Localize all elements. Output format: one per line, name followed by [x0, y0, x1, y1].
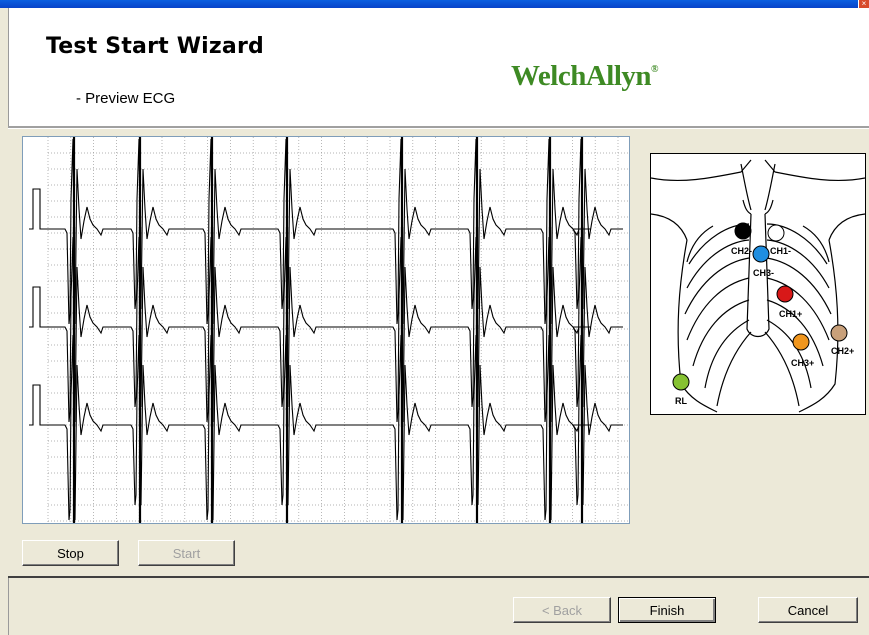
electrode-label-ch2-plus: CH2+	[831, 346, 854, 356]
calibration-pulse	[29, 286, 47, 328]
electrodes	[672, 222, 848, 391]
ecg-traces	[29, 137, 629, 523]
electrode-label-ch1-minus: CH1-	[770, 246, 791, 256]
stop-button[interactable]: Stop	[22, 540, 119, 566]
ecg-traces-group	[29, 137, 623, 523]
title-bar: ×	[0, 0, 869, 8]
finish-button[interactable]: Finish	[618, 597, 716, 623]
electrode-label-ch2-minus: CH2-	[731, 246, 752, 256]
welch-allyn-logo: WelchAllyn®	[511, 60, 658, 93]
ecg-channel-trace	[47, 138, 623, 325]
registered-mark: ®	[651, 64, 658, 75]
cancel-button[interactable]: Cancel	[758, 597, 858, 623]
wizard-footer	[8, 578, 869, 635]
electrode-label-ch1-plus: CH1+	[779, 309, 802, 319]
calibration-pulse	[29, 188, 47, 230]
calibration-pulse	[29, 384, 47, 426]
back-button[interactable]: < Back	[513, 597, 611, 623]
electrode-label-rl: RL	[675, 396, 687, 406]
torso-diagram: CH2- CH1- CH3- CH1+ CH3+ CH2+ RL	[650, 159, 866, 413]
electrode-label-ch3-plus: CH3+	[791, 358, 814, 368]
close-icon[interactable]: ×	[858, 0, 869, 8]
start-button[interactable]: Start	[138, 540, 235, 566]
electrode-placement-diagram: CH2- CH1- CH3- CH1+ CH3+ CH2+ RL	[650, 153, 866, 415]
wizard-subtitle: - Preview ECG	[76, 90, 176, 107]
wizard-header	[8, 8, 869, 126]
ecg-preview-panel	[22, 136, 630, 524]
logo-text: WelchAllyn	[511, 60, 652, 92]
wizard-title: Test Start Wizard	[46, 34, 264, 59]
header-separator	[8, 126, 869, 129]
electrode-labels: CH2- CH1- CH3- CH1+ CH3+ CH2+ RL	[675, 246, 854, 406]
electrode-label-ch3-minus: CH3-	[753, 268, 774, 278]
ecg-grid	[47, 137, 629, 523]
